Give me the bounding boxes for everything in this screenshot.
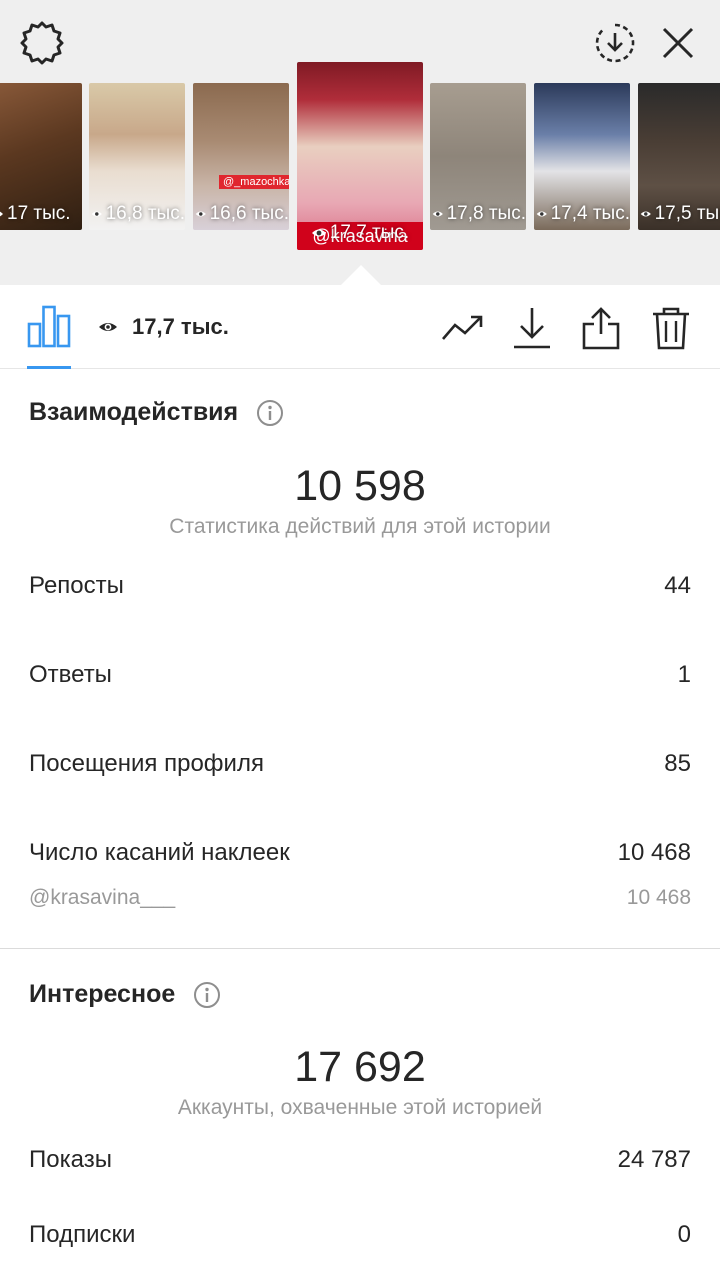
stat-value: 44 <box>664 572 691 599</box>
info-icon[interactable] <box>256 399 284 427</box>
thumbnail-views: 17,5 тыс. <box>638 203 720 225</box>
stat-row-follows: Подписки 0 <box>29 1221 691 1249</box>
thumbnail-views: 17 тыс. <box>0 203 82 225</box>
discovery-header: Интересное <box>29 980 221 1009</box>
share-button[interactable] <box>579 306 623 350</box>
stat-value: 0 <box>677 1221 691 1248</box>
story-thumbnail-selected[interactable]: @krasavina 17,7 тыс. <box>297 62 423 250</box>
section-title: Взаимодействия <box>29 398 239 426</box>
stat-row-sticker-taps: Число касаний наклеек 10 468 <box>29 839 691 867</box>
download-button[interactable] <box>510 306 554 350</box>
story-preview-area: 17 тыс. 16,8 тыс. @_mazochka_ 16,6 тыс. … <box>0 0 720 286</box>
save-story-button[interactable] <box>590 18 640 68</box>
stat-label: Подписки <box>29 1221 136 1248</box>
insights-toolbar: 17,7 тыс. <box>0 286 720 369</box>
story-thumbnail[interactable]: 17,8 тыс. <box>430 83 526 230</box>
thumbnail-views: 17,7 тыс. <box>297 222 423 244</box>
views-count: 17,7 тыс. <box>98 314 229 340</box>
story-thumbnails: 17 тыс. 16,8 тыс. @_mazochka_ 16,6 тыс. … <box>0 62 720 252</box>
thumbnail-views: 17,8 тыс. <box>430 203 526 225</box>
settings-button[interactable] <box>17 18 67 68</box>
circle-download-icon <box>595 23 635 63</box>
discovery-total: 17 692 <box>294 1043 426 1091</box>
stat-value: 1 <box>677 661 691 688</box>
stat-label: Репосты <box>29 572 124 599</box>
thumbnail-views: 16,8 тыс. <box>89 203 185 225</box>
selection-pointer <box>340 265 382 286</box>
mention-tag: @_mazochka_ <box>219 175 289 189</box>
share-icon <box>582 307 620 350</box>
story-thumbnail[interactable]: 17 тыс. <box>0 83 82 230</box>
delete-button[interactable] <box>649 306 693 350</box>
eye-icon <box>0 211 3 217</box>
download-icon <box>514 308 550 349</box>
stat-row-replies: Ответы 1 <box>29 661 691 689</box>
gear-icon <box>20 21 64 65</box>
stat-value: 10 468 <box>626 886 691 909</box>
eye-icon <box>536 211 547 217</box>
stat-row-impressions: Показы 24 787 <box>29 1146 691 1174</box>
section-divider <box>0 948 720 949</box>
stat-subrow-mention: @krasavina___ 10 468 <box>29 886 691 910</box>
stat-label: Посещения профиля <box>29 750 264 777</box>
stat-label: Ответы <box>29 661 112 688</box>
bar-chart-icon[interactable] <box>27 304 71 348</box>
close-icon <box>662 27 694 59</box>
stat-row-reposts: Репосты 44 <box>29 572 691 600</box>
section-title: Интересное <box>29 980 176 1008</box>
stat-label: Число касаний наклеек <box>29 839 290 866</box>
story-thumbnail[interactable]: 17,5 тыс. <box>638 83 720 230</box>
eye-icon <box>311 229 326 237</box>
story-thumbnail[interactable]: 17,4 тыс. <box>534 83 630 230</box>
trash-icon <box>653 307 689 350</box>
interactions-caption: Статистика действий для этой истории <box>169 515 551 538</box>
eye-icon <box>640 211 651 217</box>
eye-icon <box>91 211 102 217</box>
stat-value: 10 468 <box>617 839 691 866</box>
trend-icon <box>442 315 483 340</box>
story-thumbnail[interactable]: @_mazochka_ 16,6 тыс. <box>193 83 289 230</box>
discovery-caption: Аккаунты, охваченные этой историей <box>177 1096 543 1119</box>
interactions-total: 10 598 <box>294 462 426 510</box>
stat-label: Показы <box>29 1146 112 1173</box>
stat-value: 85 <box>664 750 691 777</box>
active-tab-indicator <box>27 366 71 369</box>
stat-label: @krasavina___ <box>29 886 176 909</box>
thumbnail-views: 17,4 тыс. <box>534 203 630 225</box>
story-thumbnail[interactable]: 16,8 тыс. <box>89 83 185 230</box>
stat-value: 24 787 <box>617 1146 691 1173</box>
eye-icon <box>99 323 117 331</box>
info-icon[interactable] <box>193 981 221 1009</box>
thumbnail-views: 16,6 тыс. <box>193 203 289 225</box>
interactions-header: Взаимодействия <box>29 398 284 427</box>
eye-icon <box>195 211 206 217</box>
close-button[interactable] <box>653 18 703 68</box>
stat-row-profile-visits: Посещения профиля 85 <box>29 750 691 778</box>
eye-icon <box>432 211 443 217</box>
promote-button[interactable] <box>441 306 485 350</box>
